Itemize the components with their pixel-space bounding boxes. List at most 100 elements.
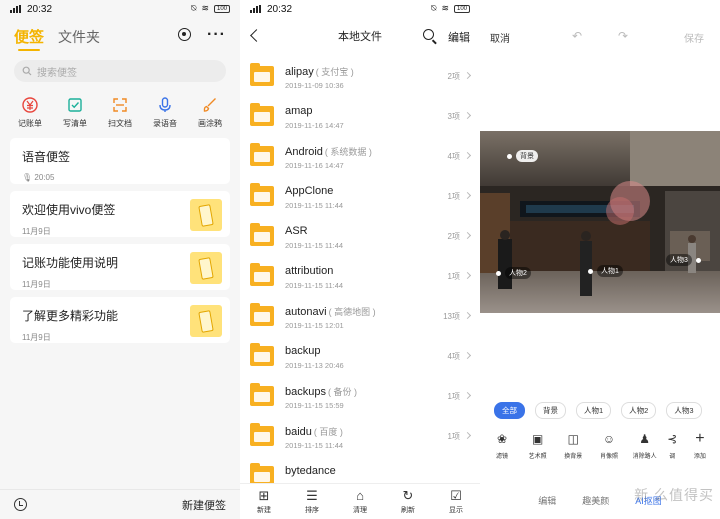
battery-icon: 100 [454, 4, 470, 13]
note-card-voice[interactable]: 语音便签 🎙︎ 20:05 [10, 138, 230, 184]
folder-alias: ( 系统数据 ) [324, 147, 372, 157]
tab-edit[interactable]: 编辑 [538, 494, 556, 507]
folder-row[interactable]: baidu( 百度 ) 2019-11-15 11:44 1项 [240, 418, 480, 458]
save-button[interactable]: 保存 [684, 30, 704, 45]
tool-filter[interactable]: ❀ 滤镜 [486, 432, 518, 460]
quick-action-label: 扫文档 [108, 119, 132, 128]
tag-person-2[interactable]: 人物2 [496, 267, 531, 279]
folder-date: 2019-11-15 11:44 [285, 201, 344, 210]
refresh-button[interactable]: ↻ 刷新 [390, 489, 426, 515]
folder-row[interactable]: amap 2019-11-16 14:47 3项 [240, 98, 480, 138]
folder-row[interactable]: backup 2019-11-13 20:46 4项 [240, 338, 480, 378]
tab-beauty[interactable]: 趣美颜 [582, 494, 609, 507]
quick-action-checklist[interactable]: 写清单 [55, 96, 95, 129]
note-thumbnail [190, 252, 222, 284]
folder-row[interactable]: Android( 系统数据 ) 2019-11-16 14:47 4项 [240, 138, 480, 178]
tag-background[interactable]: 背景 [507, 150, 538, 162]
folder-alias: ( 支付宝 ) [315, 67, 354, 77]
pill-all[interactable]: 全部 [494, 402, 525, 419]
folder-icon [250, 263, 274, 286]
note-title: 语音便签 [22, 150, 71, 164]
signal-icon [250, 5, 261, 13]
folder-name: baidu [285, 426, 312, 438]
folder-date: 2019-11-16 14:47 [285, 121, 344, 130]
sort-button[interactable]: ☰ 排序 [294, 489, 330, 515]
quick-action-scan[interactable]: 扫文档 [100, 96, 140, 129]
folder-name: attribution [285, 265, 334, 277]
pill-person-1[interactable]: 人物1 [576, 402, 612, 419]
tag-person-3[interactable]: 人物3 [666, 254, 701, 266]
cancel-button[interactable]: 取消 [490, 30, 510, 45]
note-card-more-features[interactable]: 了解更多精彩功能 11月9日 [10, 297, 230, 343]
new-folder-icon: ⊞ [258, 487, 270, 503]
wifi-icon: ≋ [201, 3, 209, 13]
adjust-icon: ⊰ [667, 432, 678, 446]
folder-icon [250, 223, 274, 246]
status-time: 20:32 [267, 3, 293, 15]
undo-icon[interactable]: ↶ [572, 29, 582, 43]
tag-person-1[interactable]: 人物1 [588, 265, 623, 277]
note-thumbnail [190, 199, 222, 231]
wifi-icon: ≋ [441, 3, 449, 13]
new-note-button[interactable]: 新建便签 [182, 497, 226, 513]
folder-row[interactable]: AppClone 2019-11-15 11:44 1项 [240, 178, 480, 218]
folder-icon [250, 303, 274, 326]
photo-canvas[interactable]: 背景 人物2 人物1 人物3 [480, 131, 720, 313]
tool-portrait[interactable]: ☺ 肖像照 [593, 432, 625, 460]
folder-count: 1项 [447, 432, 460, 441]
edit-button[interactable]: 编辑 [448, 29, 470, 45]
folder-icon [250, 383, 274, 406]
clean-button[interactable]: ⌂ 清理 [342, 489, 378, 515]
display-button[interactable]: ☑ 显示 [438, 489, 474, 515]
pill-background[interactable]: 背景 [535, 402, 566, 419]
tool-adjust[interactable]: ⊰ 调 [664, 432, 680, 460]
more-icon[interactable]: ··· [207, 26, 226, 42]
target-icon[interactable] [178, 28, 192, 41]
redo-icon[interactable]: ↷ [618, 29, 628, 43]
folder-alias: ( 百度 ) [313, 427, 343, 437]
alarm-icon[interactable] [14, 498, 27, 511]
folder-row[interactable]: ASR 2019-11-15 11:44 2项 [240, 218, 480, 258]
quick-action-doodle[interactable]: 画涂鸦 [190, 96, 230, 129]
quick-action-bill[interactable]: 记账单 [10, 96, 50, 129]
pill-person-2[interactable]: 人物2 [621, 402, 657, 419]
tool-add[interactable]: + 添加 [684, 431, 716, 461]
filter-icon: ❀ [496, 432, 508, 446]
back-icon[interactable] [250, 29, 263, 42]
folder-row[interactable]: autonavi( 高德地图 ) 2019-11-15 12:01 13项 [240, 298, 480, 338]
tool-art-photo[interactable]: ▣ 艺术照 [522, 432, 554, 460]
chevron-right-icon [463, 231, 472, 240]
folder-name: autonavi [285, 306, 327, 318]
pill-person-3[interactable]: 人物3 [666, 402, 702, 419]
folder-date: 2019-11-16 14:47 [285, 161, 344, 170]
search-input[interactable]: 搜索便签 [14, 60, 226, 82]
tool-remove-passerby[interactable]: ♟ 消除路人 [629, 432, 661, 460]
folder-row[interactable]: attribution 2019-11-15 11:44 1项 [240, 258, 480, 298]
chevron-right-icon [463, 271, 472, 280]
folder-row[interactable]: backups( 备份 ) 2019-11-15 15:59 1项 [240, 378, 480, 418]
folder-alias: ( 备份 ) [327, 387, 357, 397]
folder-name: alipay [285, 66, 314, 78]
folder-date: 2019-11-15 11:44 [285, 241, 344, 250]
new-button[interactable]: ⊞ 新建 [246, 489, 282, 515]
microphone-small-icon: 🎙︎ [22, 173, 35, 182]
note-card-welcome[interactable]: 欢迎使用vivo便签 11月9日 [10, 191, 230, 237]
replace-background-icon: ◫ [567, 432, 579, 446]
search-placeholder: 搜索便签 [37, 67, 77, 79]
folder-count: 1项 [447, 392, 460, 401]
folder-name: Android [285, 146, 323, 158]
note-card-billing-guide[interactable]: 记账功能使用说明 11月9日 [10, 244, 230, 290]
chevron-right-icon [463, 111, 472, 120]
chevron-right-icon [463, 391, 472, 400]
tool-replace-background[interactable]: ◫ 换背景 [557, 432, 589, 460]
status-bar: 20:32 ⍉ ≋ 100 [0, 0, 240, 18]
folder-name: backups [285, 386, 326, 398]
folder-count: 13项 [443, 312, 460, 321]
search-icon[interactable] [423, 29, 434, 40]
quick-action-voice[interactable]: 录语音 [145, 96, 185, 129]
folder-row[interactable]: alipay( 支付宝 ) 2019-11-09 10:36 2项 [240, 58, 480, 98]
folder-count: 3项 [447, 112, 460, 121]
mute-icon: ⍉ [431, 3, 437, 13]
tab-notes[interactable]: 便签 [14, 26, 44, 51]
tab-folders[interactable]: 文件夹 [58, 27, 100, 47]
